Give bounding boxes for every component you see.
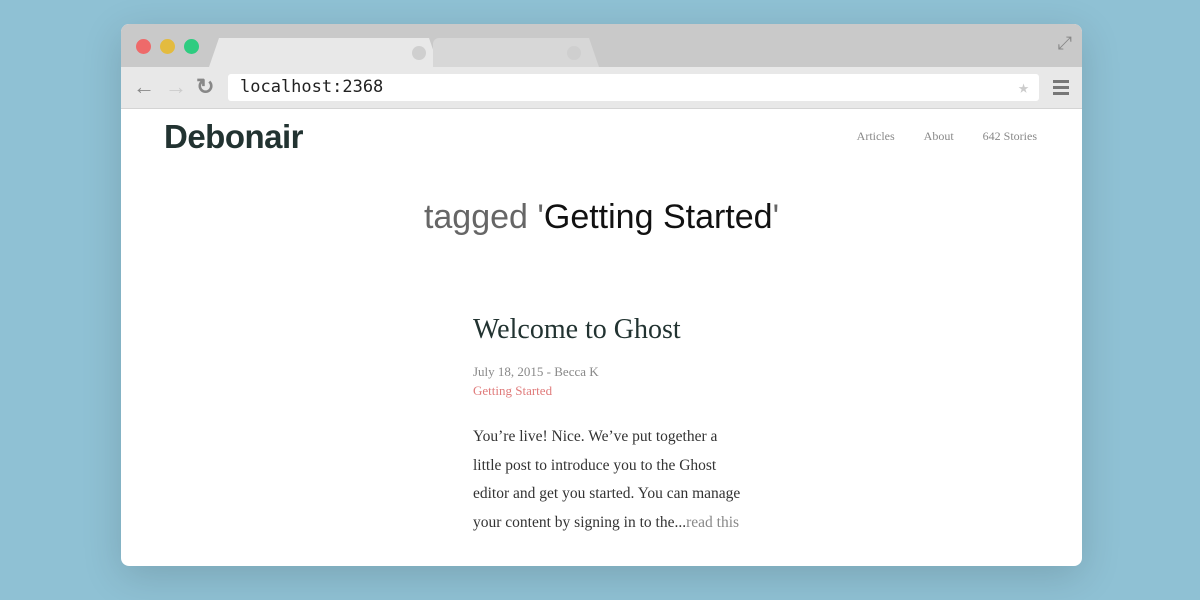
- page-title: tagged 'Getting Started': [121, 198, 1082, 237]
- reload-icon[interactable]: ↻: [196, 76, 214, 98]
- tab-close-icon[interactable]: [412, 46, 426, 60]
- site-logo[interactable]: Debonair: [164, 118, 304, 156]
- url-text: localhost:2368: [240, 77, 384, 97]
- post-title[interactable]: Welcome to Ghost: [473, 314, 748, 346]
- menu-icon[interactable]: [1053, 80, 1069, 98]
- title-tag: Getting Started: [543, 198, 773, 236]
- tab-inactive[interactable]: [433, 38, 599, 67]
- tab-active[interactable]: [209, 38, 439, 67]
- title-suffix: ': [772, 198, 780, 236]
- close-button[interactable]: [136, 39, 151, 54]
- toolbar: ← → ↻ localhost:2368 ★: [121, 67, 1082, 109]
- minimize-button[interactable]: [160, 39, 175, 54]
- address-bar[interactable]: localhost:2368 ★: [228, 74, 1039, 101]
- site-nav: Articles About 642 Stories: [831, 129, 1037, 144]
- star-icon[interactable]: ★: [1018, 74, 1029, 101]
- nav-articles[interactable]: Articles: [857, 129, 895, 143]
- post-excerpt: You’re live! Nice. We’ve put together a …: [473, 423, 748, 537]
- maximize-button[interactable]: [184, 39, 199, 54]
- title-bar: ⤢: [121, 24, 1082, 67]
- back-icon[interactable]: ←: [133, 76, 155, 98]
- post-meta: July 18, 2015 - Becca K: [473, 364, 599, 379]
- post-tag[interactable]: Getting Started: [473, 383, 748, 399]
- forward-icon[interactable]: →: [165, 76, 187, 98]
- post-card: Welcome to Ghost July 18, 2015 - Becca K…: [473, 314, 748, 537]
- read-more-link[interactable]: read this: [686, 514, 739, 531]
- browser-window: ⤢ ← → ↻ localhost:2368 ★ Debonair Article…: [121, 24, 1082, 566]
- nav-about[interactable]: About: [924, 129, 954, 143]
- tab-close-icon[interactable]: [567, 46, 581, 60]
- nav-stories[interactable]: 642 Stories: [983, 129, 1037, 143]
- title-prefix: tagged ': [423, 198, 544, 236]
- fullscreen-icon[interactable]: ⤢: [1058, 33, 1072, 54]
